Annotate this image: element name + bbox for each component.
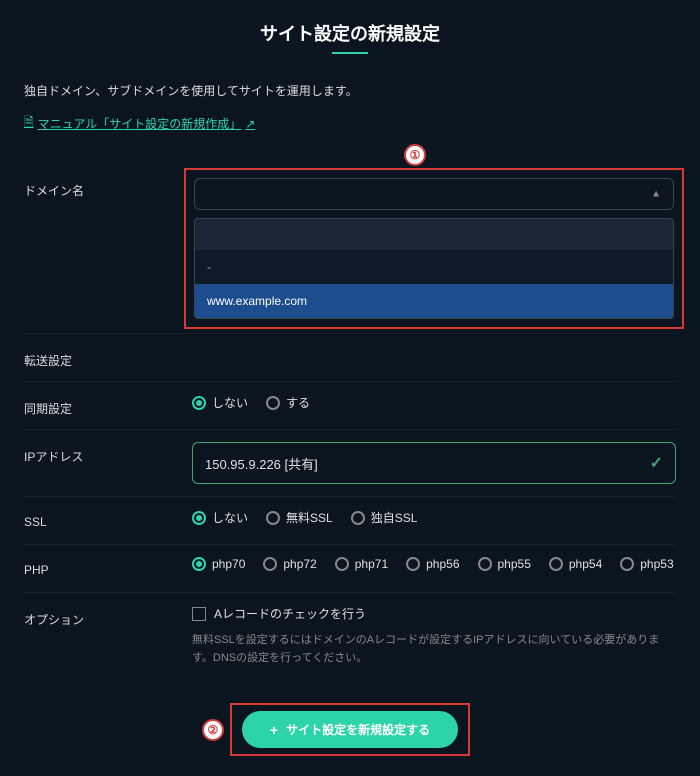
radio-ssl-no[interactable]: しない bbox=[192, 509, 248, 526]
radio-icon bbox=[351, 511, 365, 525]
label-transfer: 転送設定 bbox=[24, 346, 192, 369]
radio-php53[interactable]: php53 bbox=[620, 557, 673, 571]
radio-icon bbox=[263, 557, 277, 571]
ip-value: 150.95.9.226 [共有] bbox=[205, 454, 318, 473]
radio-icon bbox=[192, 557, 206, 571]
checkbox-arecord-label: Aレコードのチェックを行う bbox=[214, 605, 366, 622]
caret-up-icon: ▲ bbox=[651, 189, 661, 200]
radio-php54[interactable]: php54 bbox=[549, 557, 602, 571]
radio-icon bbox=[335, 557, 349, 571]
label-ssl: SSL bbox=[24, 509, 192, 529]
radio-icon bbox=[406, 557, 420, 571]
domain-highlight-box: ① ▲ - www.example.com bbox=[184, 168, 684, 329]
checkbox-arecord[interactable] bbox=[192, 607, 206, 621]
page-title: サイト設定の新規設定 bbox=[24, 20, 676, 46]
radio-icon bbox=[192, 396, 206, 410]
radio-sync-yes[interactable]: する bbox=[266, 394, 310, 411]
dropdown-item-example[interactable]: www.example.com bbox=[195, 284, 673, 318]
label-sync: 同期設定 bbox=[24, 394, 192, 417]
radio-php70[interactable]: php70 bbox=[192, 557, 245, 571]
manual-link-label: マニュアル「サイト設定の新規作成」 bbox=[38, 115, 242, 132]
radio-icon bbox=[620, 557, 634, 571]
radio-icon bbox=[266, 396, 280, 410]
external-link-icon: ↗ bbox=[245, 117, 255, 131]
radio-php72[interactable]: php72 bbox=[263, 557, 316, 571]
radio-icon bbox=[266, 511, 280, 525]
submit-highlight-box: ② + サイト設定を新規設定する bbox=[230, 703, 470, 756]
radio-ssl-own[interactable]: 独自SSL bbox=[351, 509, 418, 526]
manual-link[interactable]: 🗎 マニュアル「サイト設定の新規作成」 ↗ bbox=[24, 113, 255, 134]
radio-php55[interactable]: php55 bbox=[478, 557, 531, 571]
radio-sync-no[interactable]: しない bbox=[192, 394, 248, 411]
radio-ssl-free[interactable]: 無料SSL bbox=[266, 509, 333, 526]
radio-icon bbox=[549, 557, 563, 571]
document-icon: 🗎 bbox=[24, 113, 34, 134]
option-help-text: 無料SSLを設定するにはドメインのAレコードが設定するIPアドレスに向いている必… bbox=[192, 632, 676, 667]
label-php: PHP bbox=[24, 557, 192, 577]
annotation-2-badge: ② bbox=[202, 719, 224, 741]
submit-button-label: サイト設定を新規設定する bbox=[286, 721, 430, 738]
title-underline bbox=[332, 52, 368, 54]
radio-icon bbox=[478, 557, 492, 571]
radio-php56[interactable]: php56 bbox=[406, 557, 459, 571]
submit-button[interactable]: + サイト設定を新規設定する bbox=[242, 711, 458, 748]
ip-select[interactable]: 150.95.9.226 [共有] ✓ bbox=[192, 442, 676, 484]
radio-icon bbox=[192, 511, 206, 525]
description-text: 独自ドメイン、サブドメインを使用してサイトを運用します。 bbox=[24, 82, 676, 99]
label-domain: ドメイン名 * bbox=[24, 176, 192, 199]
check-icon: ✓ bbox=[650, 453, 663, 473]
plus-icon: + bbox=[270, 722, 278, 738]
annotation-1-badge: ① bbox=[404, 144, 426, 166]
radio-php71[interactable]: php71 bbox=[335, 557, 388, 571]
domain-select[interactable]: ▲ bbox=[194, 178, 674, 210]
label-ip: IPアドレス bbox=[24, 442, 192, 465]
domain-dropdown: - www.example.com bbox=[194, 218, 674, 319]
label-option: オプション bbox=[24, 605, 192, 628]
dropdown-item-dash[interactable]: - bbox=[195, 250, 673, 284]
dropdown-search-input[interactable] bbox=[195, 219, 673, 250]
